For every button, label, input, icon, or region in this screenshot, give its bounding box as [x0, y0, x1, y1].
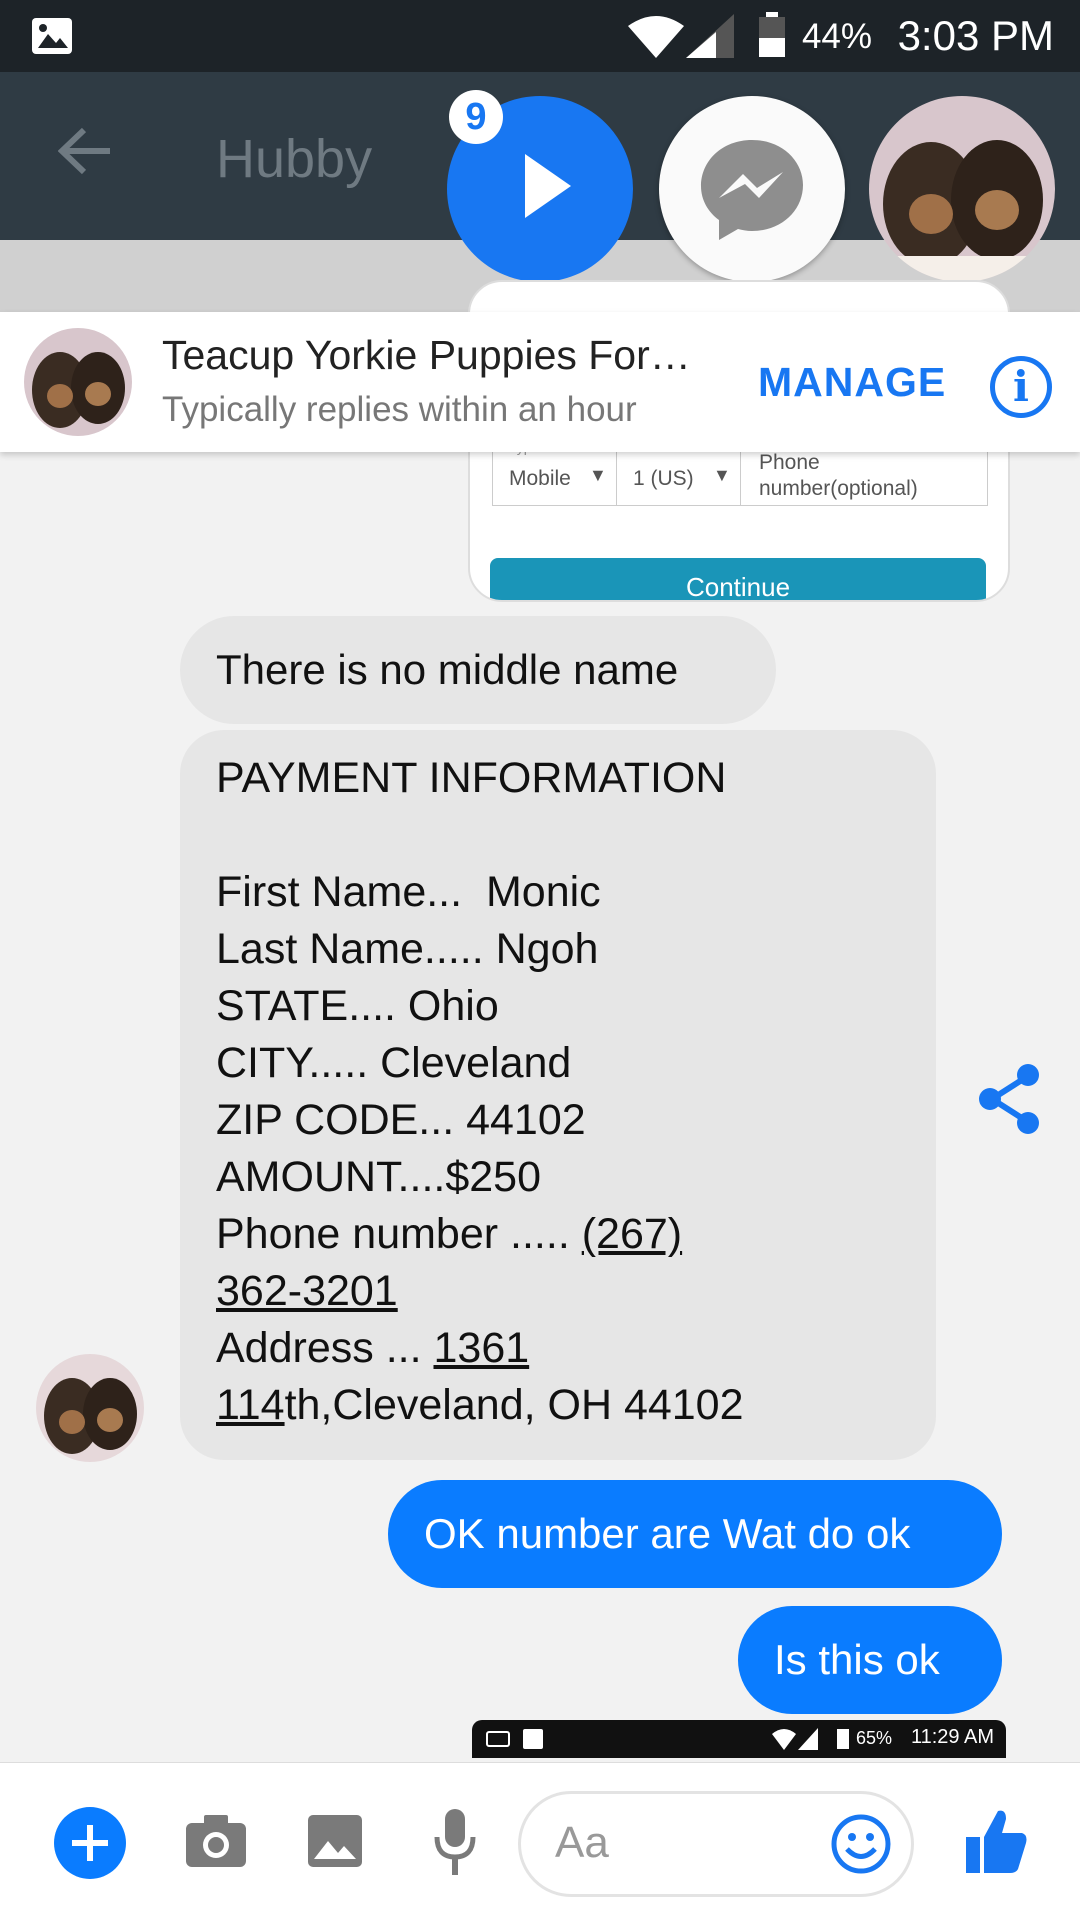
conversation-title[interactable]: Hubby: [216, 128, 372, 190]
clock: 11:29 AM: [910, 1726, 994, 1748]
battery-percent: 65%: [856, 1728, 893, 1748]
clock: 3:03 PM: [897, 12, 1054, 59]
gallery-notification-icon: [32, 18, 72, 54]
chat-head-messenger[interactable]: [659, 96, 845, 282]
address-link[interactable]: 1361: [433, 1324, 529, 1372]
battery-icon: [837, 1729, 849, 1749]
play-icon: [525, 154, 571, 218]
status-bar: 44% 3:03 PM: [0, 0, 1080, 72]
battery-percent: 44%: [801, 17, 872, 56]
wifi-icon: [772, 1729, 796, 1750]
signal-icon: [686, 14, 734, 58]
screenshot-attachment[interactable]: 65% 11:29 AM: [472, 1720, 1006, 1758]
phone-link[interactable]: (267): [582, 1210, 682, 1258]
message-input-placeholder: Aa: [555, 1818, 609, 1867]
dropdown-arrow-icon: ▼: [589, 465, 607, 485]
incoming-message[interactable]: There is no middle name: [180, 616, 776, 724]
page-info-bar: Teacup Yorkie Puppies For… Typically rep…: [0, 312, 1080, 452]
keyboard-icon: [486, 1731, 510, 1747]
payment-info-text: PAYMENT INFORMATION First Name... Monic …: [216, 754, 744, 1429]
message-composer: Aa: [0, 1762, 1080, 1921]
phone-link[interactable]: 362-3201: [216, 1267, 398, 1315]
like-icon[interactable]: [964, 1807, 1028, 1875]
chat-head-avatar[interactable]: [869, 96, 1055, 282]
incoming-message[interactable]: PAYMENT INFORMATION First Name... Monic …: [180, 730, 936, 1460]
share-icon[interactable]: [978, 1064, 1040, 1134]
emoji-icon[interactable]: [829, 1812, 893, 1876]
gallery-notification-icon: [523, 1729, 543, 1749]
puppy-avatar-image: [869, 96, 1055, 282]
back-arrow-icon[interactable]: [58, 126, 112, 176]
camera-icon[interactable]: [184, 1813, 248, 1869]
address-link[interactable]: 114: [216, 1381, 285, 1429]
more-actions-button[interactable]: [54, 1807, 126, 1879]
dropdown-arrow-icon: ▼: [713, 465, 731, 485]
sender-avatar[interactable]: [36, 1354, 144, 1462]
puppy-avatar-image: [36, 1354, 144, 1462]
signal-icon: [798, 1728, 818, 1750]
microphone-icon[interactable]: [434, 1807, 476, 1877]
battery-icon: [759, 12, 785, 57]
response-time: Typically replies within an hour: [162, 390, 637, 429]
outgoing-message[interactable]: OK number are Wat do ok: [388, 1480, 1002, 1588]
page-avatar[interactable]: [24, 328, 132, 436]
info-icon[interactable]: i: [990, 356, 1052, 418]
gallery-icon[interactable]: [306, 1813, 364, 1869]
manage-button[interactable]: MANAGE: [758, 359, 946, 406]
plus-icon: [72, 1825, 108, 1861]
page-name[interactable]: Teacup Yorkie Puppies For…: [162, 332, 691, 379]
wifi-icon: [628, 16, 684, 58]
puppy-avatar-image: [24, 328, 132, 436]
unread-badge: 9: [449, 90, 503, 144]
continue-button: Continue: [490, 558, 986, 600]
outgoing-message[interactable]: Is this ok: [738, 1606, 1002, 1714]
message-input[interactable]: Aa: [518, 1791, 914, 1897]
messenger-icon: [701, 140, 803, 240]
